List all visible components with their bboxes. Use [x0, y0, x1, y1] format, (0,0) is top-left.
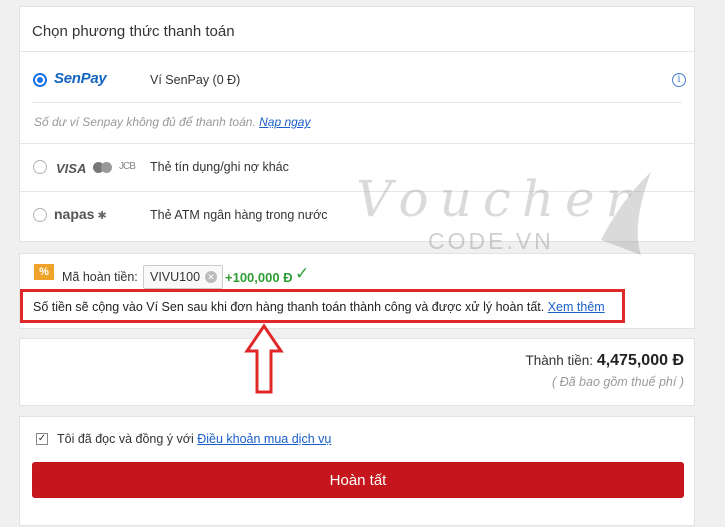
- cashback-amount: +100,000 Đ: [225, 270, 293, 285]
- terms-link[interactable]: Điều khoản mua dịch vụ: [197, 432, 331, 446]
- highlight-box: Số tiền sẽ cộng vào Ví Sen sau khi đơn h…: [20, 289, 625, 323]
- voucher-label: Mã hoàn tiền:: [62, 270, 138, 284]
- visa-logo: VISA: [56, 161, 87, 176]
- radio-senpay[interactable]: [33, 73, 47, 87]
- total-row: Thành tiền: 4,475,000 Đ: [525, 352, 684, 369]
- tax-note: ( Đã bao gồm thuế phí ): [551, 375, 684, 389]
- agree-text: Tôi đã đọc và đồng ý với Điều khoản mua …: [57, 432, 332, 446]
- senpay-logo: SenPay: [54, 70, 107, 87]
- balance-note: Số dư ví Senpay không đủ để thanh toán. …: [34, 115, 311, 129]
- radio-card[interactable]: [33, 160, 47, 174]
- jcb-icon: JCB: [119, 161, 136, 172]
- info-icon[interactable]: i: [672, 73, 686, 87]
- see-more-link[interactable]: Xem thêm: [548, 300, 605, 314]
- complete-button[interactable]: Hoàn tất: [32, 462, 684, 498]
- agreement-card: ✓ Tôi đã đọc và đồng ý với Điều khoản mu…: [19, 416, 695, 526]
- check-icon: ✓: [295, 264, 310, 283]
- divider: [20, 143, 694, 144]
- payment-method-card: Chọn phương thức thanh toán SenPay Ví Se…: [19, 6, 695, 242]
- cashback-notice: Số tiền sẽ cộng vào Ví Sen sau khi đơn h…: [33, 300, 605, 314]
- voucher-code-chip: VIVU100 ✕: [143, 265, 224, 289]
- napas-logo: napas ✱: [54, 206, 107, 222]
- radio-atm[interactable]: [33, 208, 47, 222]
- total-value: 4,475,000 Đ: [596, 352, 684, 369]
- topup-link[interactable]: Nạp ngay: [259, 115, 310, 129]
- up-arrow-annotation: [244, 323, 284, 394]
- payment-title: Chọn phương thức thanh toán: [32, 23, 235, 40]
- remove-voucher-icon[interactable]: ✕: [205, 271, 218, 283]
- method-label-card[interactable]: Thẻ tín dụng/ghi nợ khác: [150, 160, 289, 174]
- mastercard-icon: [93, 162, 113, 173]
- percent-icon: %: [34, 264, 54, 280]
- method-label-atm[interactable]: Thẻ ATM ngân hàng trong nước: [150, 208, 328, 222]
- divider: [32, 102, 682, 103]
- divider: [20, 191, 694, 192]
- total-card: Thành tiền: 4,475,000 Đ ( Đã bao gồm thu…: [19, 338, 695, 406]
- method-label-senpay[interactable]: Ví SenPay (0 Đ): [150, 73, 240, 87]
- divider: [20, 51, 694, 52]
- voucher-code: VIVU100: [150, 270, 201, 284]
- agree-checkbox[interactable]: ✓: [36, 433, 48, 445]
